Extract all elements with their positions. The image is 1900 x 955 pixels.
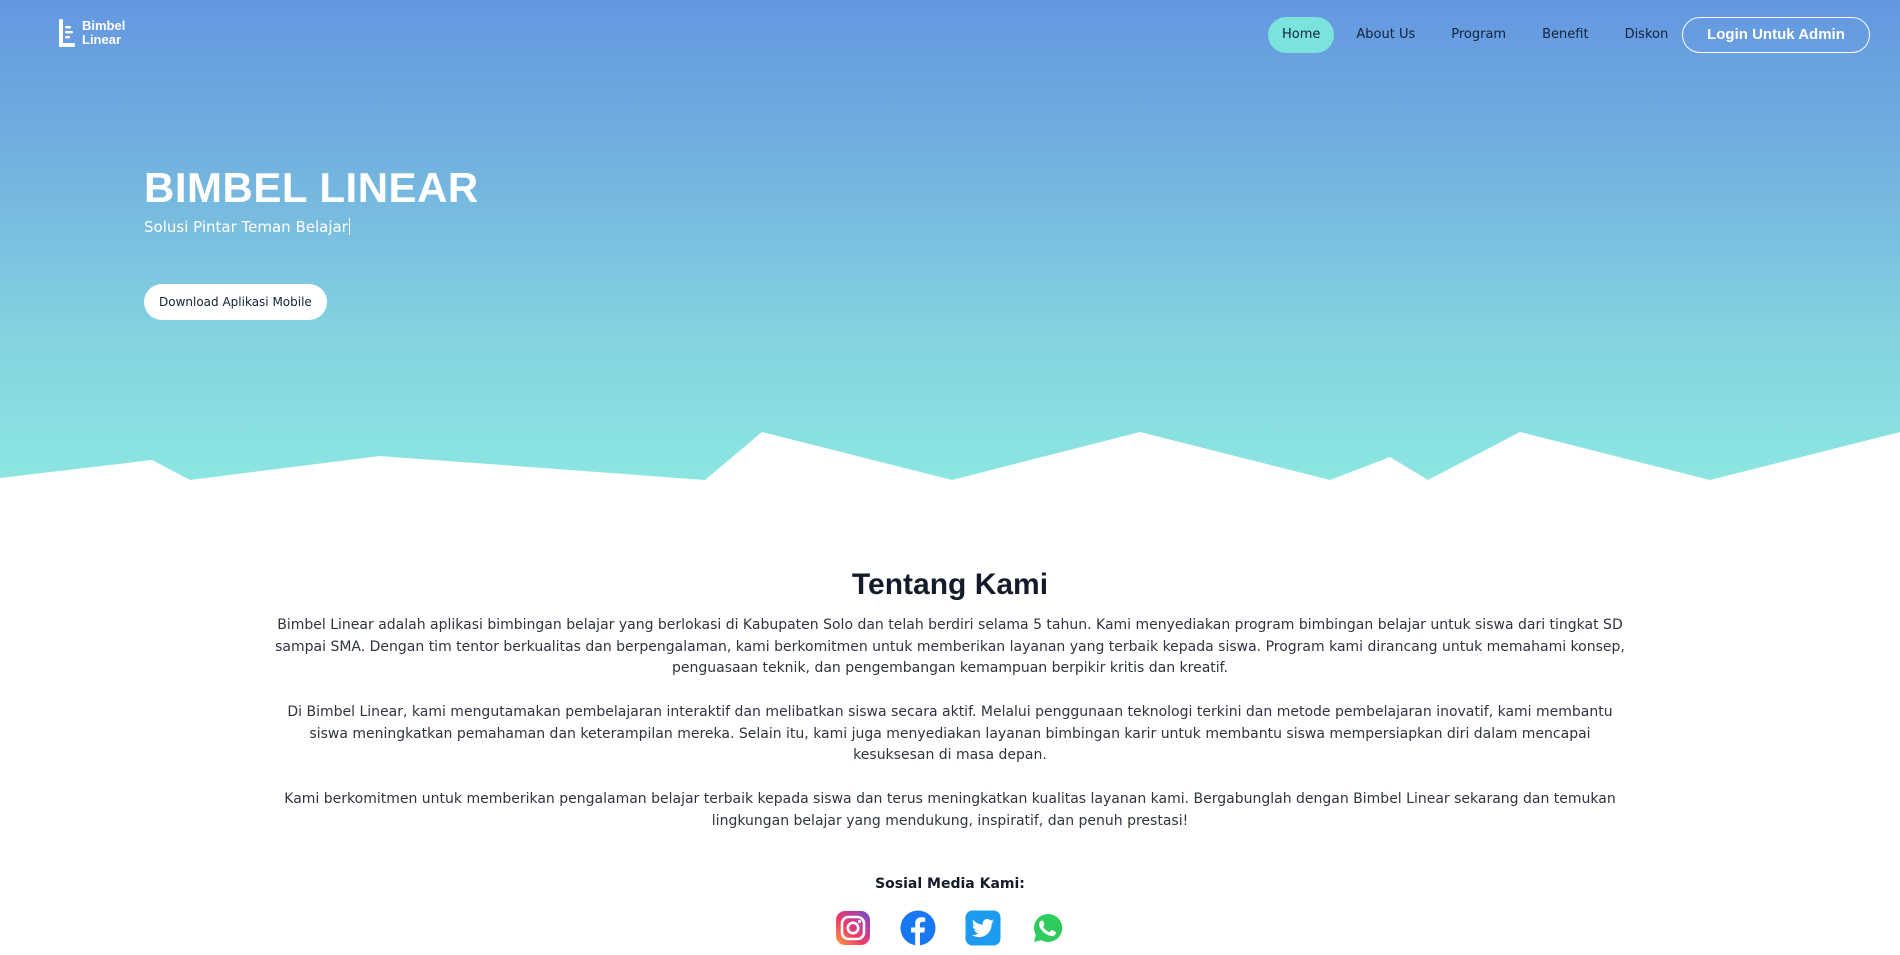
nav-item-diskon[interactable]: Diskon bbox=[1611, 17, 1683, 53]
about-paragraph-3: Kami berkomitmen untuk memberikan pengal… bbox=[284, 791, 1616, 829]
hero-subtitle: Solusi Pintar Teman Belajar bbox=[144, 218, 350, 236]
nav-item-home[interactable]: Home bbox=[1268, 17, 1335, 53]
brand-logo[interactable]: Bimbel Linear bbox=[58, 18, 125, 48]
logo-mark-icon bbox=[59, 19, 75, 47]
hero-subtitle-text: Solusi Pintar Teman Belajar bbox=[144, 218, 348, 236]
whatsapp-icon[interactable] bbox=[1030, 910, 1066, 946]
about-paragraph-1: Bimbel Linear adalah aplikasi bimbingan … bbox=[275, 617, 1625, 676]
top-navbar: Bimbel Linear Home About Us Program Bene… bbox=[0, 0, 1900, 70]
hero-title: BIMBEL LINEAR bbox=[144, 164, 479, 211]
brand-name: Bimbel Linear bbox=[82, 19, 125, 47]
download-app-button[interactable]: Download Aplikasi Mobile bbox=[144, 284, 327, 320]
facebook-icon[interactable] bbox=[900, 910, 936, 946]
about-paragraph-2: Di Bimbel Linear, kami mengutamakan pemb… bbox=[287, 704, 1613, 763]
hero-wave-shape bbox=[0, 432, 1900, 480]
brand-line-1: Bimbel bbox=[82, 18, 126, 33]
about-title: Tentang Kami bbox=[851, 568, 1049, 601]
hero-section bbox=[0, 0, 1900, 480]
nav-item-program[interactable]: Program bbox=[1437, 17, 1520, 53]
brand-line-2: Linear bbox=[82, 32, 122, 47]
social-title: Sosial Media Kami: bbox=[875, 876, 1025, 892]
instagram-icon[interactable] bbox=[835, 910, 871, 946]
social-links bbox=[835, 910, 1066, 946]
typing-caret bbox=[348, 218, 350, 235]
nav-item-about-us[interactable]: About Us bbox=[1342, 17, 1429, 53]
login-admin-button[interactable]: Login Untuk Admin bbox=[1682, 17, 1870, 53]
nav-menu: Home About Us Program Benefit Diskon bbox=[1268, 17, 1690, 53]
twitter-icon[interactable] bbox=[965, 910, 1001, 946]
nav-item-benefit[interactable]: Benefit bbox=[1528, 17, 1602, 53]
